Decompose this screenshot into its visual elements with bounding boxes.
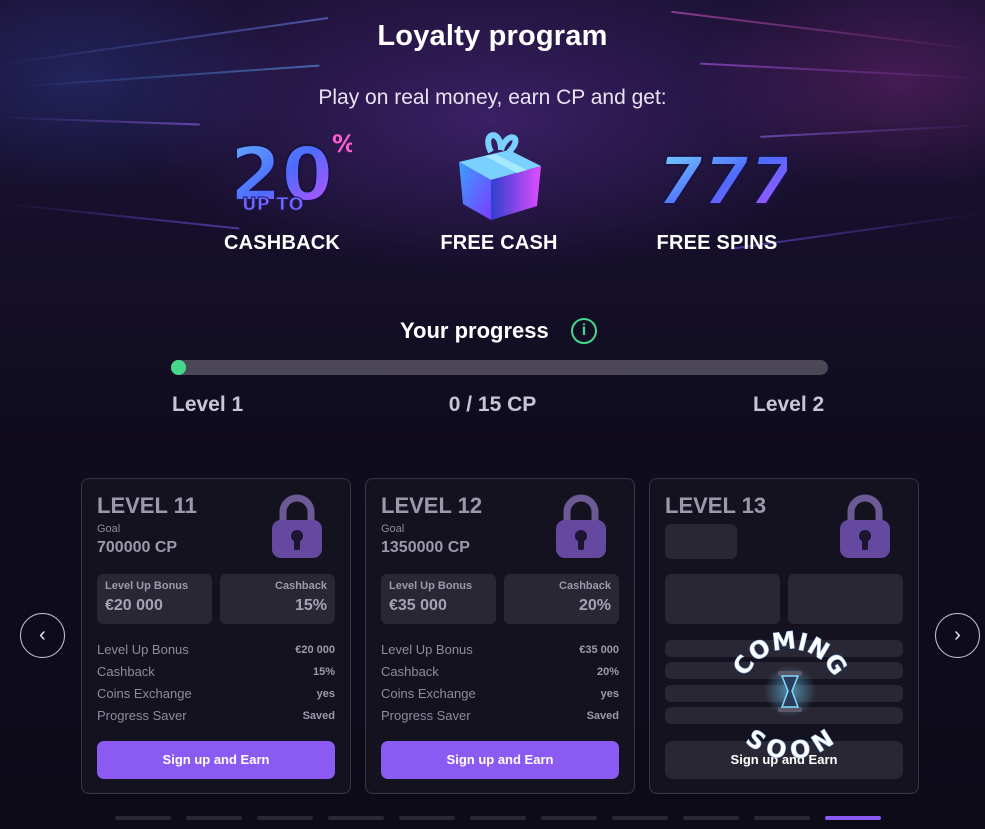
card-detail-row: Cashback 15% [97,664,335,684]
cashback-box: Cashback 15% [220,574,335,624]
row-label: Level Up Bonus [97,642,189,657]
perk-free-spins: 777 FREE SPINS [632,122,802,255]
box-label: Level Up Bonus [105,580,189,592]
sign-up-earn-button[interactable]: Sign up and Earn [381,741,619,779]
row-value: Saved [302,710,335,722]
row-label: Progress Saver [97,708,187,723]
chevron-right-icon: › [954,624,961,646]
lock-icon [268,492,326,560]
card-level-title: LEVEL 11 [97,493,197,518]
card-goal-value: 1350000 CP [381,539,470,556]
next-level-label: Level 2 [753,393,825,416]
row-label: Cashback [381,664,439,679]
card-detail-row: Cashback 20% [381,664,619,684]
box-value: 20% [578,597,611,614]
card-detail-row: Progress Saver Saved [381,708,619,728]
row-value: Saved [586,710,619,722]
pagination-dot[interactable] [825,816,881,820]
row-value: 15% [312,666,335,678]
card-goal-value: 700000 CP [97,539,178,556]
page-subtitle: Play on real money, earn CP and get: [318,86,667,109]
page-title: Loyalty program [377,20,608,52]
pagination-dot[interactable] [328,816,384,820]
card-detail-row: Level Up Bonus €20 000 [97,642,335,662]
slot-777-icon: 777 [647,122,796,222]
cashback-box: Cashback 20% [504,574,619,624]
card-level-title: LEVEL 13 [665,493,767,518]
perk-label: CASHBACK [223,232,341,254]
card-goal-label: Goal [381,523,405,535]
info-icon[interactable]: i [571,318,597,344]
card-detail-row: Level Up Bonus €35 000 [381,642,619,662]
placeholder-block [788,574,903,624]
level-up-bonus-box: Level Up Bonus €20 000 [97,574,212,624]
pagination-dot[interactable] [186,816,242,820]
row-value: €35 000 [579,644,619,656]
box-value: €20 000 [105,597,163,614]
row-value: €20 000 [295,644,335,656]
row-label: Cashback [97,664,155,679]
svg-text:UP TO: UP TO [242,194,304,215]
row-label: Level Up Bonus [381,642,473,657]
row-label: Coins Exchange [97,686,192,701]
perk-cashback: 20 % UP TO CASHBACK [197,122,367,255]
points-progress-text: 0 / 15 CP [448,393,537,416]
card-goal-label: Goal [97,523,121,535]
level-card-11: LEVEL 11 Goal 700000 CP Level Up Bonus €… [81,478,351,794]
pagination-dot[interactable] [612,816,668,820]
placeholder-block [665,524,737,559]
card-detail-row: Progress Saver Saved [97,708,335,728]
pagination-dot[interactable] [754,816,810,820]
perk-free-cash: FREE CASH [414,122,584,255]
pagination-dot[interactable] [115,816,171,820]
svg-text:777: 777 [657,143,787,220]
box-label: Level Up Bonus [389,580,473,592]
box-label: Cashback [559,580,611,592]
row-value: yes [316,688,335,700]
pagination-dot[interactable] [257,816,313,820]
card-detail-row: Coins Exchange yes [381,686,619,706]
level-up-bonus-box: Level Up Bonus €35 000 [381,574,496,624]
svg-text:%: % [332,130,352,158]
lock-icon [836,492,894,560]
coming-soon-badge: COMING SOON [720,619,860,766]
card-level-title: LEVEL 12 [381,493,483,518]
gift-box-icon [429,122,569,222]
cashback-20-icon: 20 % UP TO [212,122,356,222]
sign-up-earn-button[interactable]: Sign up and Earn [97,741,335,779]
placeholder-block [665,574,780,624]
row-value: 20% [596,666,619,678]
level-card-12: LEVEL 12 Goal 1350000 CP Level Up Bonus … [365,478,635,794]
card-detail-row: Coins Exchange yes [97,686,335,706]
progress-title: Your progress [400,318,549,343]
lock-icon [552,492,610,560]
chevron-left-icon: ‹ [39,624,46,646]
box-value: €35 000 [389,597,447,614]
carousel-prev-button[interactable]: ‹ [20,613,65,658]
box-label: Cashback [275,580,327,592]
svg-text:SOON: SOON [741,724,839,759]
level-card-13: LEVEL 13 Sign up and Earn COMING SOON [649,478,919,794]
perk-label: FREE CASH [440,232,558,254]
row-label: Progress Saver [381,708,471,723]
progress-marker [171,360,186,375]
box-value: 15% [294,597,327,614]
pagination-dot[interactable] [470,816,526,820]
perk-label: FREE SPINS [656,232,778,254]
pagination-dot[interactable] [399,816,455,820]
row-value: yes [600,688,619,700]
carousel-next-button[interactable]: › [935,613,980,658]
pagination-dot[interactable] [683,816,739,820]
row-label: Coins Exchange [381,686,476,701]
pagination-dot[interactable] [541,816,597,820]
progress-bar [171,360,828,375]
